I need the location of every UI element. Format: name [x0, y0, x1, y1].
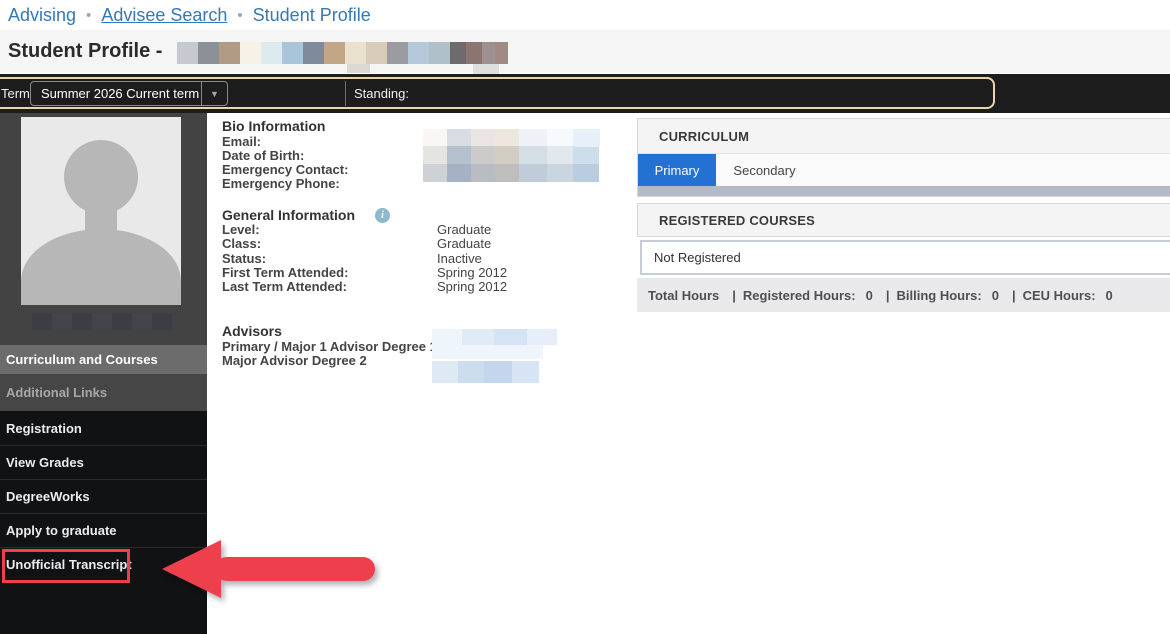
- redacted-bio-values: [423, 129, 599, 182]
- bio-labels: Email: Date of Birth: Emergency Contact:…: [222, 135, 348, 191]
- page-title-bar: Student Profile -: [0, 30, 1170, 73]
- general-value-first-term: Spring 2012: [437, 266, 507, 280]
- breadcrumb: Advising • Advisee Search • Student Prof…: [0, 0, 1170, 30]
- breadcrumb-separator: •: [86, 7, 91, 24]
- general-value-level: Graduate: [437, 223, 491, 237]
- redacted-student-name: [177, 42, 508, 64]
- student-details: Bio Information Email: Date of Birth: Em…: [222, 113, 632, 634]
- redacted-sidebar-name: [32, 313, 172, 330]
- general-label-last-term: Last Term Attended:: [222, 280, 437, 294]
- totals-separator: |: [732, 288, 736, 303]
- bio-label-emergency-phone: Emergency Phone:: [222, 177, 348, 191]
- general-label-status: Status:: [222, 252, 437, 266]
- tab-secondary[interactable]: Secondary: [716, 154, 813, 186]
- redacted-student-name-fragment: [347, 64, 370, 73]
- sidebar-item-additional-links[interactable]: Additional Links: [0, 374, 207, 411]
- advisor-label-primary: Primary / Major 1 Advisor Degree 1: [222, 340, 437, 354]
- sidebar-item-registration[interactable]: Registration: [0, 411, 207, 445]
- breadcrumb-advising[interactable]: Advising: [8, 5, 76, 26]
- info-icon[interactable]: i: [375, 208, 390, 223]
- hours-totals-row: Total Hours | Registered Hours: 0 | Bill…: [637, 278, 1170, 312]
- registered-courses-header: REGISTERED COURSES: [637, 203, 1170, 237]
- advisors-title: Advisors: [222, 323, 282, 339]
- term-dropdown[interactable]: Summer 2026 Current term ▼: [30, 81, 228, 106]
- redacted-advisor-value: [432, 345, 543, 359]
- term-bar: Term: Summer 2026 Current term ▼ Standin…: [0, 74, 1170, 113]
- general-information-rows: Level:Graduate Class:Graduate Status:Ina…: [222, 223, 507, 294]
- general-label-first-term: First Term Attended:: [222, 266, 437, 280]
- sidebar-item-degreeworks[interactable]: DegreeWorks: [0, 479, 207, 513]
- redacted-bio-values-fragment: [575, 129, 600, 147]
- billing-hours-value: 0: [992, 288, 999, 303]
- general-value-class: Graduate: [437, 237, 491, 251]
- curriculum-tabs: Primary Secondary: [638, 153, 1170, 186]
- breadcrumb-separator: •: [237, 7, 242, 24]
- person-silhouette-icon: [21, 117, 181, 305]
- general-label-level: Level:: [222, 223, 437, 237]
- totals-separator: |: [886, 288, 890, 303]
- general-label-class: Class:: [222, 237, 437, 251]
- ceu-hours-label: CEU Hours:: [1023, 288, 1096, 303]
- advisor-label-major-2: Major Advisor Degree 2: [222, 354, 437, 368]
- term-dropdown-value: Summer 2026 Current term: [31, 86, 201, 101]
- curriculum-card: CURRICULUM Primary Secondary: [637, 118, 1170, 197]
- curriculum-header: CURRICULUM: [638, 119, 1170, 153]
- student-photo-placeholder: [21, 117, 181, 305]
- general-value-last-term: Spring 2012: [437, 280, 507, 294]
- registered-hours-value: 0: [866, 288, 873, 303]
- total-hours-label: Total Hours: [648, 288, 719, 303]
- sidebar-item-apply-to-graduate[interactable]: Apply to graduate: [0, 513, 207, 547]
- sidebar-item-curriculum-and-courses[interactable]: Curriculum and Courses: [0, 345, 207, 374]
- term-label: Term:: [1, 86, 34, 101]
- breadcrumb-advisee-search[interactable]: Advisee Search: [101, 5, 227, 26]
- ceu-hours-value: 0: [1106, 288, 1113, 303]
- sidebar-filler: [0, 581, 207, 634]
- chevron-down-icon[interactable]: ▼: [201, 82, 227, 105]
- term-bar-divider: [345, 81, 346, 106]
- advisor-labels: Primary / Major 1 Advisor Degree 1 Major…: [222, 340, 437, 368]
- not-registered-status: Not Registered: [640, 240, 1170, 275]
- registered-hours-label: Registered Hours:: [743, 288, 856, 303]
- redacted-advisor-value: [432, 361, 539, 383]
- breadcrumb-student-profile: Student Profile: [253, 5, 371, 26]
- bio-information-title: Bio Information: [222, 118, 325, 134]
- curriculum-tab-strip: [638, 186, 1170, 196]
- standing-label: Standing:: [354, 86, 409, 101]
- bio-label-date-of-birth: Date of Birth:: [222, 149, 348, 163]
- sidebar-item-view-grades[interactable]: View Grades: [0, 445, 207, 479]
- tab-primary[interactable]: Primary: [638, 154, 716, 186]
- page-title: Student Profile -: [8, 40, 162, 63]
- sidebar-item-unofficial-transcript[interactable]: Unofficial Transcript: [0, 547, 207, 581]
- redacted-advisor-value: [432, 329, 557, 345]
- general-value-status: Inactive: [437, 252, 482, 266]
- general-information-title: General Information: [222, 207, 355, 223]
- bio-label-emergency-contact: Emergency Contact:: [222, 163, 348, 177]
- totals-separator: |: [1012, 288, 1016, 303]
- registered-courses-card: REGISTERED COURSES Not Registered Total …: [637, 203, 1170, 312]
- billing-hours-label: Billing Hours:: [896, 288, 981, 303]
- student-sidebar: Curriculum and Courses Additional Links …: [0, 113, 207, 634]
- bio-label-email: Email:: [222, 135, 348, 149]
